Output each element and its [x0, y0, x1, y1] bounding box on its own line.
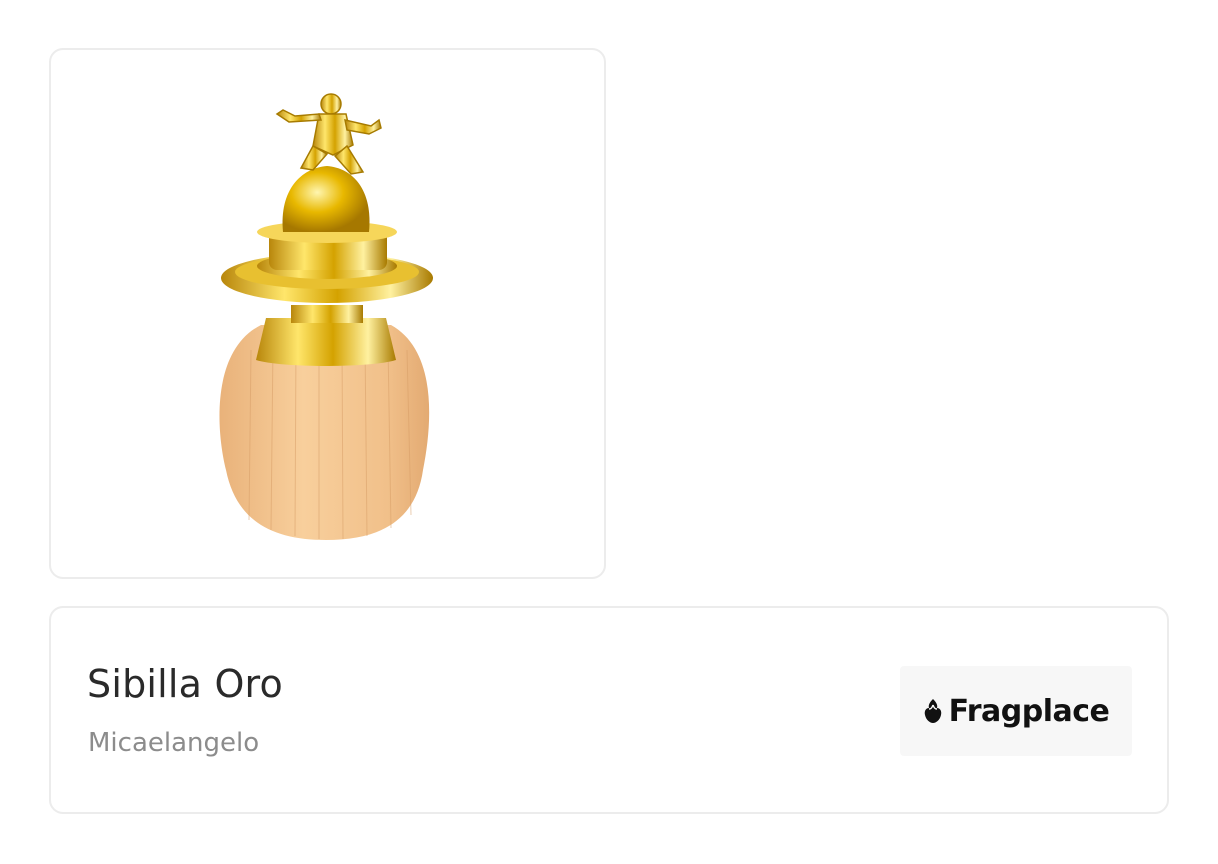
perfume-bottle-image [219, 93, 433, 540]
product-info-card: Sibilla Oro Micaelangelo Fragplace [49, 606, 1169, 814]
rose-icon [924, 699, 941, 723]
product-image-card [49, 48, 606, 579]
store-link-button[interactable]: Fragplace [900, 666, 1132, 756]
product-title: Sibilla Oro [87, 662, 283, 706]
store-name: Fragplace [948, 693, 1110, 729]
product-brand: Micaelangelo [88, 728, 260, 758]
